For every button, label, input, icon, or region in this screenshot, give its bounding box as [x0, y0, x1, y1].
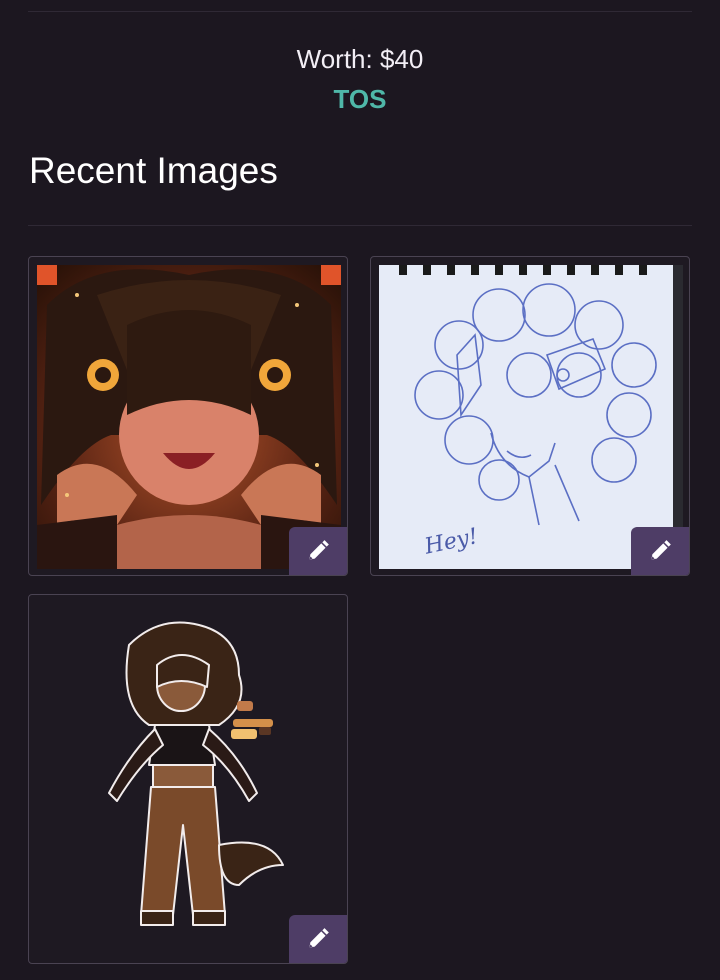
edit-button[interactable]	[289, 915, 347, 963]
pencil-icon	[309, 540, 329, 560]
worth-text: Worth: $40	[296, 44, 424, 74]
edit-button[interactable]	[631, 527, 689, 575]
divider	[28, 225, 692, 226]
pencil-icon	[651, 540, 671, 560]
image-card[interactable]: Hey!	[370, 256, 690, 576]
pencil-icon	[309, 928, 329, 948]
page: Worth: $40 TOS Recent Images Hey!	[0, 0, 720, 980]
image-thumbnail[interactable]	[37, 265, 341, 569]
tos-link[interactable]: TOS	[0, 84, 720, 115]
image-thumbnail[interactable]	[69, 615, 309, 945]
image-card[interactable]	[28, 594, 348, 964]
image-thumbnail[interactable]: Hey!	[379, 265, 683, 569]
image-card[interactable]	[28, 256, 348, 576]
recent-images-heading: Recent Images	[29, 150, 278, 191]
edit-button[interactable]	[289, 527, 347, 575]
divider	[28, 11, 692, 12]
